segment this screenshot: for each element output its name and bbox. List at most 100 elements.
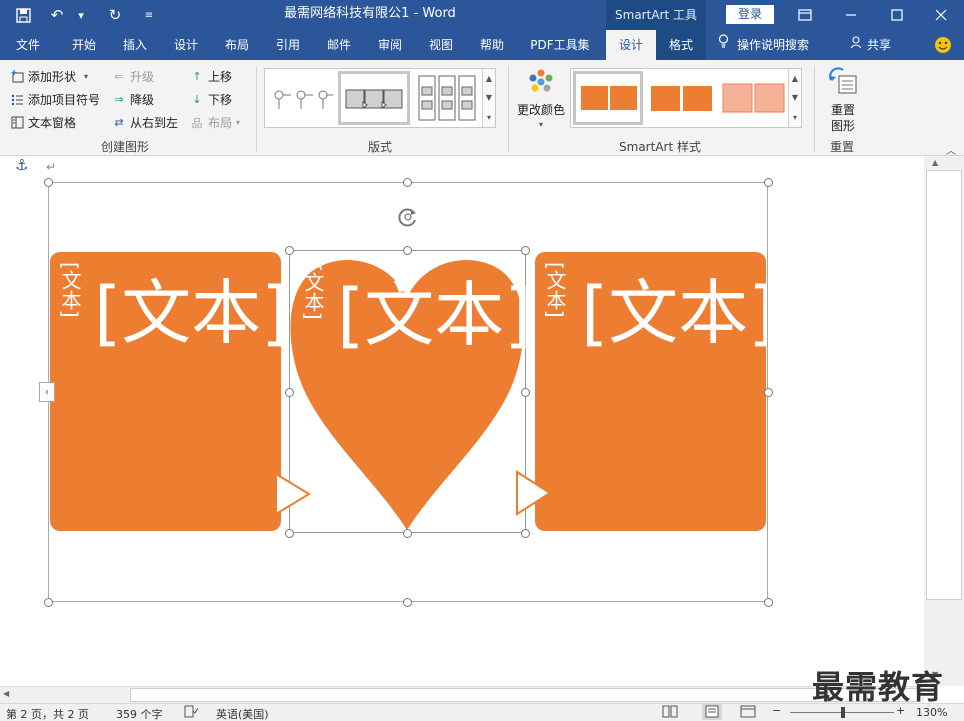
resize-handle[interactable]: [403, 178, 412, 187]
zoom-out-icon[interactable]: −: [772, 704, 781, 717]
redo-icon[interactable]: ▾: [72, 6, 90, 24]
shape-resize-handle[interactable]: [521, 246, 530, 255]
reset-group-label: 重置: [829, 140, 854, 154]
repeat-icon[interactable]: ↻: [106, 6, 124, 24]
smartart-shape-heart[interactable]: [文本] [文本]: [289, 250, 532, 533]
collapse-ribbon-icon[interactable]: ︿: [946, 142, 956, 157]
tab-insert[interactable]: 插入: [111, 30, 159, 60]
gallery-expand-icon[interactable]: ▾: [793, 113, 797, 122]
resize-handle[interactable]: [44, 178, 53, 187]
chevron-down-icon[interactable]: ▼: [792, 93, 798, 102]
tab-layout[interactable]: 布局: [213, 30, 261, 60]
resize-handle[interactable]: [764, 598, 773, 607]
shape-heart-vertical-text[interactable]: [文本]: [301, 264, 325, 320]
tab-smartart-design[interactable]: 设计: [606, 30, 656, 60]
layouts-gallery[interactable]: ▲ ▼ ▾: [264, 68, 496, 128]
word-count[interactable]: 359 个字: [116, 706, 163, 721]
smartart-styles-gallery[interactable]: ▲ ▼ ▾: [570, 68, 802, 128]
resize-handle[interactable]: [764, 388, 773, 397]
maximize-icon[interactable]: [874, 0, 920, 30]
bullet-list-icon: [10, 93, 24, 107]
shape-resize-handle[interactable]: [521, 529, 530, 538]
close-icon[interactable]: [918, 0, 964, 30]
text-pane-button[interactable]: 文本窗格: [10, 114, 76, 131]
tab-pdf-tools[interactable]: PDF工具集: [522, 30, 598, 60]
reset-graphic-button[interactable]: 重置 图形: [822, 66, 864, 134]
shape-right-text[interactable]: [文本]: [581, 278, 766, 348]
resize-handle[interactable]: [44, 598, 53, 607]
print-layout-icon[interactable]: [702, 704, 722, 720]
tab-smartart-format[interactable]: 格式: [656, 30, 706, 60]
resize-handle[interactable]: [403, 598, 412, 607]
tab-help[interactable]: 帮助: [468, 30, 516, 60]
shape-resize-handle[interactable]: [285, 246, 294, 255]
undo-icon[interactable]: ↶: [48, 6, 66, 24]
scroll-left-icon[interactable]: ◀: [3, 689, 9, 698]
chevron-up-icon[interactable]: ▲: [486, 74, 492, 83]
move-up-button[interactable]: ↑ 上移: [190, 68, 232, 85]
resize-handle[interactable]: [764, 178, 773, 187]
layout-thumbnail-columns[interactable]: [415, 73, 481, 123]
horizontal-scrollbar[interactable]: ◀: [0, 686, 924, 703]
share-button[interactable]: 共享: [850, 30, 904, 60]
layout-label: 布局: [208, 116, 233, 130]
tell-me-search[interactable]: 操作说明搜索: [718, 30, 828, 60]
title-bar: ↶ ▾ ↻ ≡ 最需网络科技有限公1 - Word SmartArt 工具 登录: [0, 0, 964, 30]
style-thumbnail-flat[interactable]: [573, 71, 643, 125]
save-icon[interactable]: [14, 6, 32, 24]
page-count[interactable]: 第 2 页，共 2 页: [6, 706, 89, 721]
tab-file[interactable]: 文件: [4, 30, 52, 60]
add-bullet-button[interactable]: 添加项目符号: [10, 91, 100, 108]
chevron-down-icon[interactable]: ▼: [486, 93, 492, 102]
shape-resize-handle[interactable]: [285, 388, 294, 397]
shape-left-vertical-text[interactable]: [文本]: [58, 262, 82, 318]
horizontal-scroll-thumb[interactable]: [130, 688, 920, 702]
shape-right-vertical-text[interactable]: [文本]: [543, 262, 567, 318]
smiley-feedback-icon[interactable]: [932, 30, 954, 60]
right-to-left-button[interactable]: ⇄ 从右到左: [112, 114, 178, 131]
shape-resize-handle[interactable]: [403, 246, 412, 255]
promote-button[interactable]: ⇐ 升级: [112, 68, 154, 85]
change-colors-button[interactable]: 更改颜色 ▾: [516, 68, 566, 129]
vertical-scrollbar[interactable]: ▲ ▼: [924, 156, 964, 686]
login-button[interactable]: 登录: [726, 5, 774, 24]
smartart-styles-group-label: SmartArt 样式: [619, 140, 701, 154]
zoom-slider-thumb[interactable]: [841, 707, 845, 718]
read-mode-icon[interactable]: [662, 705, 678, 721]
shape-resize-handle[interactable]: [403, 529, 412, 538]
layouts-gallery-scroll[interactable]: ▲ ▼ ▾: [482, 69, 495, 127]
layout-thumbnail-selected[interactable]: [338, 71, 410, 125]
tab-design[interactable]: 设计: [162, 30, 210, 60]
shape-resize-handle[interactable]: [521, 388, 530, 397]
text-pane-toggle[interactable]: ‹: [39, 382, 55, 402]
scroll-up-icon[interactable]: ▲: [932, 158, 938, 167]
styles-gallery-scroll[interactable]: ▲ ▼ ▾: [788, 69, 801, 127]
tab-mailings[interactable]: 邮件: [315, 30, 363, 60]
web-layout-icon[interactable]: [740, 705, 756, 721]
shape-resize-handle[interactable]: [285, 529, 294, 538]
tab-home[interactable]: 开始: [60, 30, 108, 60]
smartart-shape-right[interactable]: [文本] [文本]: [535, 252, 766, 531]
shape-heart-text[interactable]: [文本]: [337, 280, 532, 350]
layout-thumbnail-pins[interactable]: [271, 83, 335, 113]
proofing-icon[interactable]: [184, 705, 199, 721]
ribbon-display-options-icon[interactable]: [782, 0, 828, 30]
move-down-button[interactable]: ↓ 下移: [190, 91, 232, 108]
layout-dropdown-button[interactable]: 品 布局 ▾: [190, 114, 241, 131]
shape-left-text[interactable]: [文本]: [94, 278, 281, 348]
demote-button[interactable]: ⇒ 降级: [112, 91, 154, 108]
minimize-icon[interactable]: [828, 0, 874, 30]
vertical-scroll-thumb[interactable]: [926, 170, 962, 600]
rotate-handle-icon[interactable]: [397, 206, 419, 228]
smartart-shape-left[interactable]: [文本] [文本]: [50, 252, 281, 531]
gallery-expand-icon[interactable]: ▾: [487, 113, 491, 122]
language-indicator[interactable]: 英语(美国): [216, 706, 269, 721]
style-thumbnail-light[interactable]: [719, 74, 789, 124]
chevron-up-icon[interactable]: ▲: [792, 74, 798, 83]
tab-references[interactable]: 引用: [264, 30, 312, 60]
style-thumbnail-subtle[interactable]: [647, 74, 717, 124]
tab-review[interactable]: 审阅: [366, 30, 414, 60]
add-shape-button[interactable]: 添加形状 ▾: [10, 68, 88, 85]
customize-qat-icon[interactable]: ≡: [140, 6, 158, 24]
tab-view[interactable]: 视图: [417, 30, 465, 60]
